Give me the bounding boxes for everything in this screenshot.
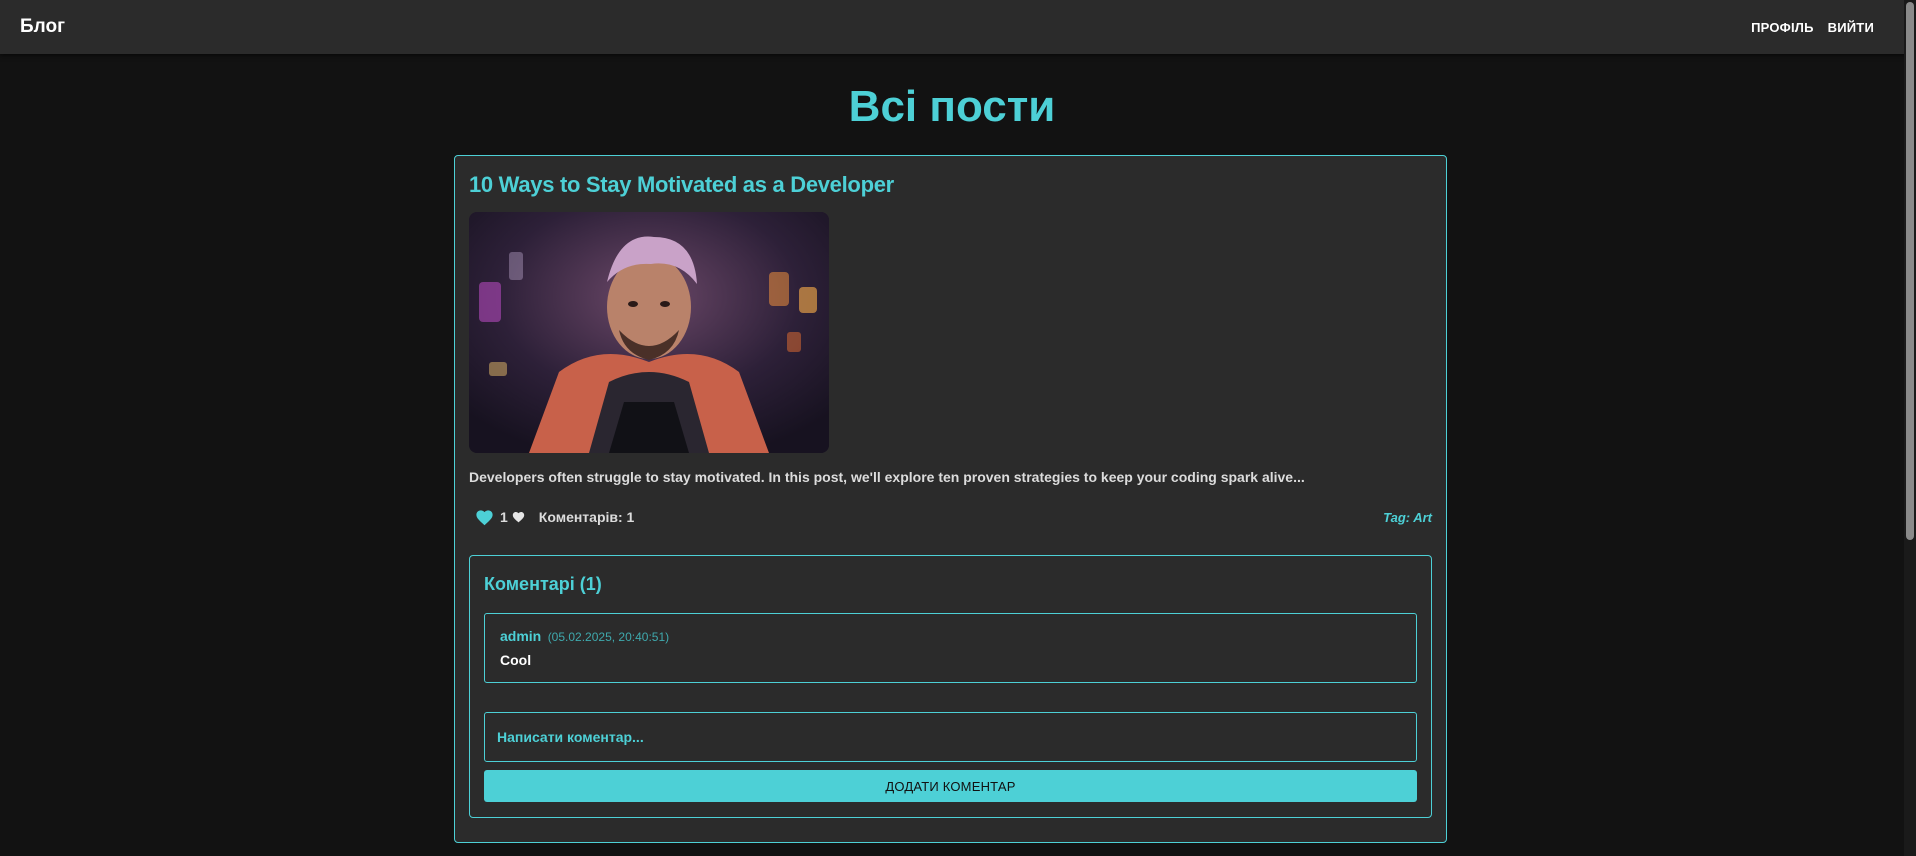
like-button[interactable] [475, 509, 494, 526]
logout-button[interactable]: ВИЙТИ [1828, 20, 1874, 35]
add-comment-button[interactable]: ДОДАТИ КОМЕНТАР [484, 770, 1417, 802]
heart-small-icon [512, 511, 525, 523]
comment-header: admin (05.02.2025, 20:40:51) [500, 628, 1401, 646]
comments-count: Коментарів: 1 [538, 509, 635, 525]
scrollbar-thumb[interactable] [1906, 2, 1914, 540]
post-card: 10 Ways to Stay Motivated as a Developer [454, 155, 1447, 843]
comment-item: admin (05.02.2025, 20:40:51) Cool [484, 613, 1417, 683]
post-meta: 1 Коментарів: 1 Tag: Art [469, 507, 1432, 527]
app-bar: Блог ПРОФІЛЬ ВИЙТИ [0, 0, 1916, 54]
heart-icon [476, 509, 493, 525]
post-image [469, 212, 829, 453]
comments-heading: Коментарі (1) [484, 574, 602, 594]
comments-section: Коментарі (1) admin (05.02.2025, 20:40:5… [469, 555, 1432, 818]
post-excerpt: Developers often struggle to stay motiva… [469, 469, 1305, 485]
post-tag[interactable]: Tag: Art [1383, 510, 1432, 525]
comment-author: admin [500, 628, 542, 644]
page-scrollbar[interactable] [1904, 0, 1916, 856]
top-nav: ПРОФІЛЬ ВИЙТИ [1751, 20, 1896, 35]
profile-button[interactable]: ПРОФІЛЬ [1751, 20, 1814, 35]
portrait-photo-icon [469, 212, 829, 453]
comment-input[interactable] [484, 712, 1417, 762]
comment-date: (05.02.2025, 20:40:51) [547, 630, 670, 644]
comment-text: Cool [500, 652, 532, 668]
post-title[interactable]: 10 Ways to Stay Motivated as a Developer [469, 172, 1432, 198]
likes-count: 1 [500, 509, 508, 525]
page-title: Всі пости [848, 82, 1056, 131]
brand-title[interactable]: Блог [20, 16, 65, 38]
